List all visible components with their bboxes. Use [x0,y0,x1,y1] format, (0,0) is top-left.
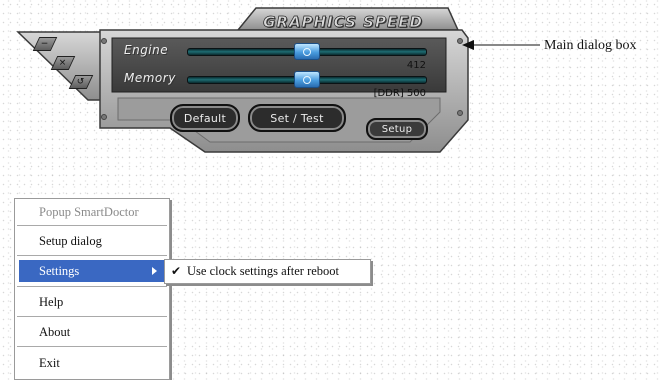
engine-slider-thumb[interactable] [294,43,320,60]
menu-item-popup-smartdoctor[interactable]: Popup SmartDoctor [19,201,169,223]
menu-item-setup-dialog[interactable]: Setup dialog [19,230,169,252]
menu-item-help[interactable]: Help [19,291,169,313]
submenu-item-label: Use clock settings after reboot [187,263,340,278]
submenu-arrow-icon [152,267,157,275]
default-button[interactable]: Default [170,104,240,132]
menu-item-exit[interactable]: Exit [19,352,169,374]
submenu-item-use-clock-settings[interactable]: ✔ Use clock settings after reboot [169,262,365,280]
main-dialog-callout: Main dialog box [544,38,637,53]
menu-item-label: Help [39,294,64,309]
thumb-grip-icon [303,47,311,56]
memory-slider-thumb[interactable] [294,71,320,88]
memory-label: Memory [124,71,176,85]
settings-submenu: ✔ Use clock settings after reboot [164,259,371,284]
refresh-icon: ↺ [77,76,85,87]
menu-separator [17,346,167,348]
menu-separator [17,286,167,288]
screw-icon [101,38,107,44]
menu-item-label: Popup SmartDoctor [39,204,139,219]
engine-value: 412 [406,60,426,71]
menu-item-label: Settings [39,263,80,278]
menu-item-about[interactable]: About [19,321,169,343]
menu-separator [17,316,167,318]
checkmark-icon: ✔ [170,264,182,278]
menu-item-label: About [39,324,71,339]
menu-item-label: Exit [39,355,60,370]
menu-item-settings[interactable]: Settings [19,260,165,282]
graphics-speed-dialog: GRAPHICS SPEED − × ↺ Engine 412 Memory [… [0,0,470,162]
close-icon: × [59,57,67,68]
menu-separator [17,225,167,227]
thumb-grip-icon [303,75,311,84]
context-menu: Popup SmartDoctor Setup dialog Settings … [14,198,170,380]
menu-item-label: Setup dialog [39,233,102,248]
minimize-icon: − [41,38,49,49]
menu-separator [17,255,167,257]
memory-value: [DDR] 500 [373,88,426,99]
screw-icon [457,110,463,116]
engine-label: Engine [124,43,169,57]
dialog-title: GRAPHICS SPEED [263,13,423,32]
set-test-button[interactable]: Set / Test [248,104,346,132]
callout-arrow [462,40,540,50]
setup-button[interactable]: Setup [366,118,428,140]
screw-icon [101,114,107,120]
